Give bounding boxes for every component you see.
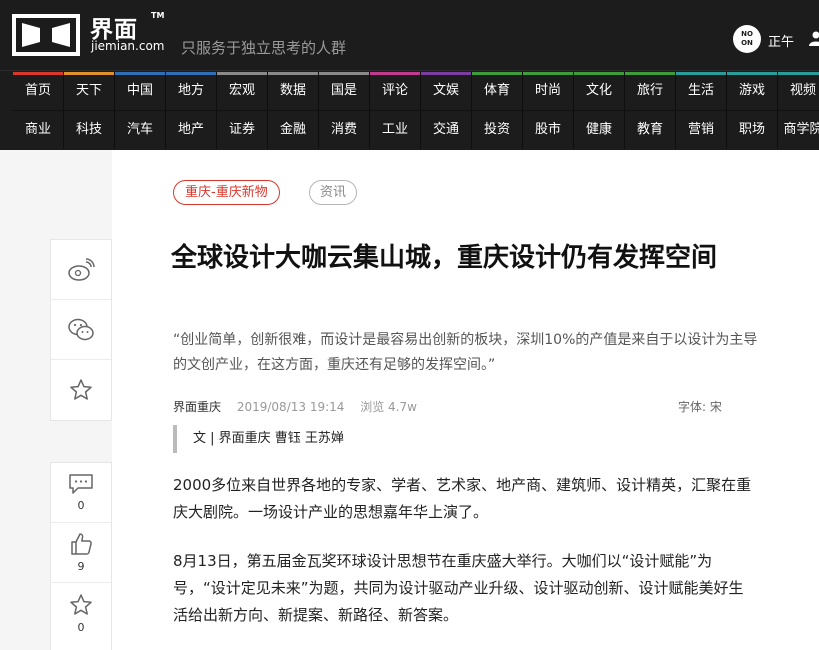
noon-badge-icon[interactable]: NO ON: [733, 25, 761, 53]
logo-domain[interactable]: jiemian.com: [91, 39, 164, 53]
region-tag[interactable]: 重庆-重庆新物: [173, 180, 280, 205]
channel-nav-row-primary: 首页 天下 中国 地方 宏观 数据 国是 评论 文娱 体育 时尚 文化 旅行 生活 游戏 视频: [13, 72, 819, 110]
wechat-icon: [68, 318, 94, 340]
nav-item[interactable]: 商学院: [778, 111, 819, 149]
star-icon: [70, 379, 92, 400]
nav-item[interactable]: 工业: [370, 111, 421, 149]
article-body: 重庆-重庆新物 资讯 全球设计大咖云集山城，重庆设计仍有发挥空间 “创业简单，创…: [112, 150, 819, 650]
like-count: 9: [77, 560, 85, 573]
comment-icon: [69, 474, 93, 494]
share-wechat-button[interactable]: [51, 300, 111, 360]
nav-item[interactable]: 文娱: [421, 72, 472, 110]
nav-item[interactable]: 文化: [574, 72, 625, 110]
nav-item[interactable]: 数据: [268, 72, 319, 110]
comment-count: 0: [77, 499, 85, 512]
site-slogan: 只服务于独立思考的人群: [181, 39, 347, 57]
site-header: 界面 TM jiemian.com 只服务于独立思考的人群 NO ON 正午: [0, 0, 819, 70]
author-line: 文 | 界面重庆 曹钰 王苏婵: [173, 425, 344, 453]
comment-button[interactable]: 0: [51, 463, 111, 523]
share-weibo-button[interactable]: [51, 240, 111, 300]
collect-button[interactable]: 0: [51, 583, 111, 643]
article-paragraph: 8月13日，第五届金瓦奖环球设计思想节在重庆盛大举行。大咖们以“设计赋能”为号，…: [173, 552, 744, 624]
nav-item[interactable]: 商业: [13, 111, 64, 149]
font-label: 字体:: [678, 400, 707, 414]
nav-item[interactable]: 国是: [319, 72, 370, 110]
star-icon: [70, 593, 92, 615]
nav-item[interactable]: 中国: [115, 72, 166, 110]
weibo-icon: [68, 257, 95, 281]
nav-item[interactable]: 交通: [421, 111, 472, 149]
category-tag[interactable]: 资讯: [309, 180, 358, 205]
logo-trademark: TM: [151, 11, 165, 20]
nav-item[interactable]: 教育: [625, 111, 676, 149]
nav-item[interactable]: 证券: [217, 111, 268, 149]
noon-badge-bottom: ON: [741, 39, 753, 47]
nav-item[interactable]: 时尚: [523, 72, 574, 110]
thumbs-up-icon: [71, 533, 92, 555]
nav-item[interactable]: 旅行: [625, 72, 676, 110]
view-count: 浏览 4.7w: [360, 400, 417, 414]
engagement-rail: 0 9 0: [50, 462, 112, 650]
nav-item[interactable]: 游戏: [727, 72, 778, 110]
nav-item[interactable]: 营销: [676, 111, 727, 149]
nav-item[interactable]: 消费: [319, 111, 370, 149]
nav-item[interactable]: 地产: [166, 111, 217, 149]
nav-item[interactable]: 投资: [472, 111, 523, 149]
article-source[interactable]: 界面重庆: [173, 400, 221, 414]
user-icon[interactable]: [808, 30, 819, 46]
nav-item[interactable]: 金融: [268, 111, 319, 149]
article-meta: 界面重庆 2019/08/13 19:14 浏览 4.7w: [173, 398, 417, 415]
nav-item[interactable]: 生活: [676, 72, 727, 110]
like-button[interactable]: 9: [51, 523, 111, 583]
article-paragraph: 2000多位来自世界各地的专家、学者、艺术家、地产商、建筑师、设计精英，汇聚在重…: [173, 476, 752, 521]
nav-item[interactable]: 职场: [727, 111, 778, 149]
nav-item[interactable]: 宏观: [217, 72, 268, 110]
channel-nav-row-secondary: 商业 科技 汽车 地产 证券 金融 消费 工业 交通 投资 股市 健康 教育 营销 职场 商学院: [13, 110, 819, 149]
nav-item[interactable]: 评论: [370, 72, 421, 110]
nav-item[interactable]: 地方: [166, 72, 217, 110]
nav-item[interactable]: 天下: [64, 72, 115, 110]
share-rail: [50, 239, 112, 421]
nav-item[interactable]: 汽车: [115, 111, 166, 149]
channel-nav: 首页 天下 中国 地方 宏观 数据 国是 评论 文娱 体育 时尚 文化 旅行 生活 游戏 视频 商业 科技 汽车地…: [0, 70, 819, 150]
font-switcher: 字体: 宋: [678, 398, 722, 415]
nav-item[interactable]: 体育: [472, 72, 523, 110]
article-title: 全球设计大咖云集山城，重庆设计仍有发挥空间: [171, 243, 718, 273]
nav-item[interactable]: 视频: [778, 72, 819, 110]
article-date: 2019/08/13 19:14: [236, 400, 345, 414]
nav-item[interactable]: 股市: [523, 111, 574, 149]
nav-item[interactable]: 健康: [574, 111, 625, 149]
jiemian-logo-icon[interactable]: [12, 14, 80, 56]
article-summary: “创业简单，创新很难，而设计是最容易出创新的板块，深圳10%的产值是来自于以设计…: [173, 332, 758, 373]
collect-count: 0: [77, 620, 85, 634]
font-option-song[interactable]: 宋: [710, 400, 722, 414]
nav-item[interactable]: 科技: [64, 111, 115, 149]
nav-item[interactable]: 首页: [13, 72, 64, 110]
noon-link[interactable]: 正午: [768, 31, 794, 50]
noon-badge-top: NO: [741, 30, 753, 38]
favorite-button[interactable]: [51, 360, 111, 420]
